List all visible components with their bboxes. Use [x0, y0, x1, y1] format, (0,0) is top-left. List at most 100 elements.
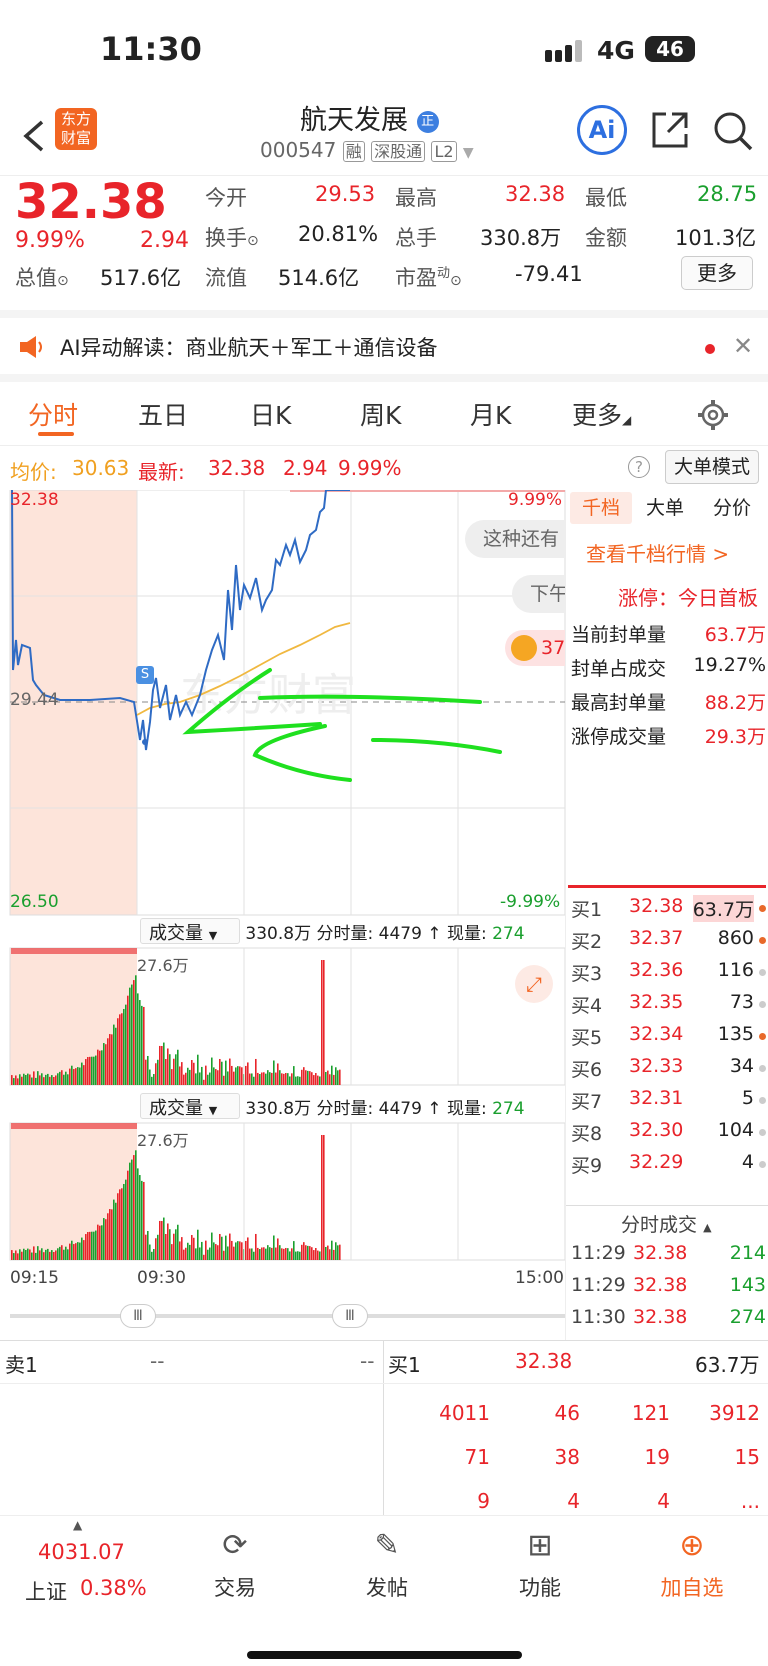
volume-bar — [203, 1254, 205, 1260]
tab-five-day[interactable]: 五日 — [138, 396, 188, 432]
index-value[interactable]: 4031.07 — [38, 1540, 125, 1564]
tab-price-dist[interactable]: 分价 — [713, 492, 751, 524]
signal-s-marker[interactable]: S — [136, 666, 154, 684]
share-icon[interactable] — [650, 110, 690, 154]
volume-bar — [37, 1246, 39, 1260]
index-name[interactable]: 上证 — [25, 1576, 67, 1606]
volume-bar — [275, 1072, 277, 1085]
vol2-selector[interactable]: 成交量 ▼ — [140, 1093, 240, 1119]
volume-bar — [311, 1072, 313, 1085]
back-icon[interactable] — [22, 118, 46, 163]
volume-bar — [11, 948, 137, 954]
limit-up-label: 涨停：今日首板 — [618, 586, 758, 610]
intraday-chart-area[interactable]: 东方财富 32.38 29.44 26.50 9.99% -9.99% S 这种… — [0, 490, 565, 1350]
tab-more[interactable]: 更多◢ — [572, 396, 631, 432]
volume-bar — [69, 1068, 71, 1085]
volume-bar — [117, 1193, 119, 1260]
trade-time: 11:30 — [571, 1306, 626, 1328]
search-icon[interactable] — [712, 110, 754, 156]
tab-day-k[interactable]: 日K — [250, 396, 291, 432]
volume-bar — [15, 1250, 17, 1260]
volume-bar — [307, 1070, 309, 1085]
trade-button[interactable]: ⟳ 交易 — [180, 1528, 290, 1602]
queue-cell: 38 — [554, 1445, 580, 1469]
volume-bar — [125, 1179, 127, 1260]
trades-title[interactable]: 分时成交 ▲ — [621, 1210, 712, 1237]
status-time: 11:30 — [100, 30, 202, 68]
volume-bar — [115, 1027, 117, 1085]
volume-bar — [335, 1242, 337, 1260]
bid-row: 买6 32.33 34 — [571, 1055, 766, 1087]
volume-bar — [209, 1072, 211, 1085]
volume-bar — [321, 960, 323, 1085]
volume-bar — [25, 1249, 27, 1260]
volume-bar — [39, 1250, 41, 1260]
volume-bar — [43, 1252, 45, 1260]
volume-bar — [153, 1249, 155, 1260]
volume-bar — [169, 1229, 171, 1260]
vol2-fs-label: 分时量: — [316, 1099, 374, 1119]
volume-bar — [325, 1246, 327, 1260]
volume-bar — [157, 1059, 159, 1085]
volume-bar — [253, 1076, 255, 1085]
comment-bubble-2[interactable]: 下午 — [512, 575, 565, 613]
volume-bar — [61, 1245, 63, 1260]
volume-bar — [269, 1247, 271, 1260]
index-pct[interactable]: 0.38% — [80, 1576, 147, 1600]
queue-cell: ... — [740, 1489, 760, 1513]
comment-bubble-1[interactable]: 这种还有 — [465, 520, 565, 558]
function-button[interactable]: ⊞ 功能 — [485, 1528, 595, 1602]
mascot-badge[interactable]: 37 — [505, 630, 565, 666]
add-watchlist-button[interactable]: ⊕ 加自选 — [637, 1528, 747, 1602]
volume-bar — [49, 1251, 51, 1260]
settings-icon[interactable] — [697, 399, 729, 435]
volume-bar — [145, 1234, 147, 1260]
volume-bar — [131, 1159, 133, 1260]
volume-bar — [137, 993, 139, 1085]
vol2-total: 330.8万 — [245, 1099, 312, 1119]
chevron-down-icon[interactable]: ▼ — [463, 145, 474, 161]
bid-row: 买9 32.29 4 — [571, 1151, 766, 1183]
tab-month-k[interactable]: 月K — [470, 396, 511, 432]
volume-bar — [287, 1248, 289, 1260]
vol1-fs-label: 分时量: — [316, 924, 374, 944]
expand-icon[interactable]: ⤢ — [515, 965, 553, 1003]
vol1-selector[interactable]: 成交量 ▼ — [140, 918, 240, 944]
queue-cell: 46 — [554, 1401, 580, 1425]
stock-name: 航天发展 — [300, 105, 408, 136]
bid-label: 买2 — [571, 931, 603, 953]
scroll-handle-right[interactable]: Ⅲ — [332, 1304, 368, 1328]
tab-week-k[interactable]: 周K — [360, 396, 401, 432]
volume-bar — [23, 1248, 25, 1260]
more-button[interactable]: 更多 — [681, 256, 753, 290]
volume-bar — [21, 1076, 23, 1085]
view-qiandang-link[interactable]: 查看千档行情 > — [586, 538, 729, 567]
volume-bar — [43, 1077, 45, 1085]
scroll-handle-left[interactable]: Ⅲ — [120, 1304, 156, 1328]
tab-qiandang[interactable]: 千档 — [570, 492, 632, 524]
close-icon[interactable]: ✕ — [733, 332, 753, 360]
volume-bar — [77, 1242, 79, 1260]
tab-intraday[interactable]: 分时 — [28, 396, 78, 432]
post-button[interactable]: ✎ 发帖 — [332, 1528, 442, 1602]
volume-bar — [79, 1242, 81, 1260]
ai-button[interactable]: Ai — [577, 105, 627, 155]
bid-dot — [759, 1097, 766, 1104]
volume-bar — [29, 1249, 31, 1260]
ai-insight-bar[interactable]: AI异动解读：商业航天＋军工＋通信设备 ✕ — [0, 318, 768, 382]
volume-bar — [57, 1248, 59, 1260]
volume-bar — [279, 1245, 281, 1260]
tab-big-order[interactable]: 大单 — [646, 492, 684, 524]
volume-bar — [15, 1075, 17, 1085]
volume-bar — [213, 1067, 215, 1085]
bid-row: 买7 32.31 5 — [571, 1087, 766, 1119]
bid-price: 32.34 — [629, 1023, 684, 1045]
volume-bar — [67, 1249, 69, 1260]
help-icon[interactable]: ? — [628, 456, 650, 478]
volume-bar — [165, 1233, 167, 1260]
volume-bar — [273, 1235, 275, 1260]
queue-cell: 121 — [631, 1401, 670, 1425]
volume-bar — [41, 1248, 43, 1260]
big-order-mode-button[interactable]: 大单模式 — [665, 450, 759, 484]
app-logo[interactable]: 东方 财富 — [55, 108, 97, 150]
